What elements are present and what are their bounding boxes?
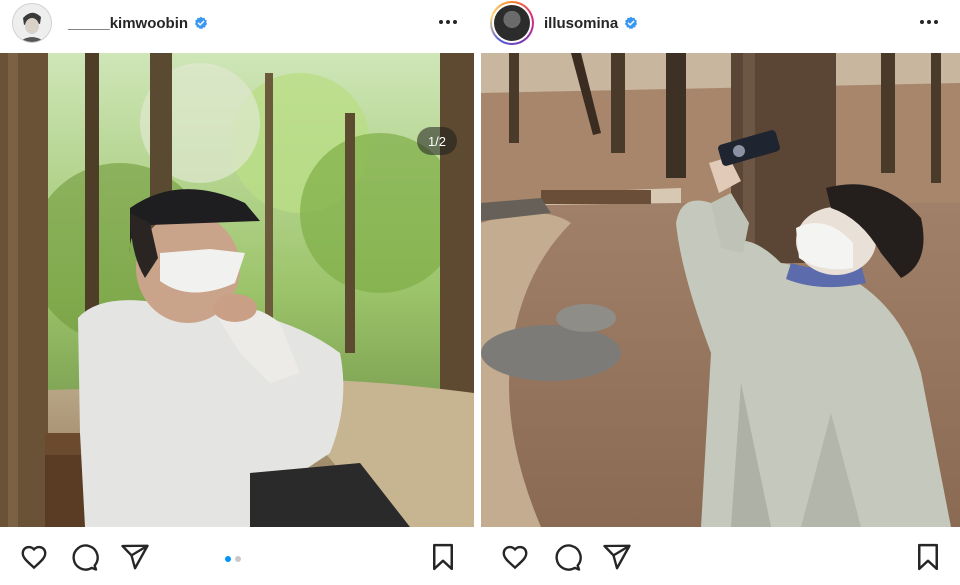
post-card-kimwoobin: _____kimwoobin 1/2: [0, 0, 474, 585]
username[interactable]: illusomina: [544, 15, 618, 32]
share-button[interactable]: [120, 542, 150, 572]
profile-photo-icon: [13, 4, 51, 42]
forest-bench-photo: [0, 53, 474, 527]
woman-photographing-photo: [481, 53, 960, 527]
more-horizontal-icon: [439, 20, 443, 24]
profile-avatar[interactable]: [12, 3, 52, 43]
action-bar: [481, 536, 955, 580]
share-icon: [121, 544, 149, 570]
heart-icon: [21, 545, 47, 570]
bookmark-icon: [918, 543, 938, 571]
comment-icon: [72, 544, 99, 571]
more-options-button[interactable]: [917, 12, 941, 32]
profile-photo-icon: [494, 5, 530, 41]
profile-avatar-story-ring[interactable]: [490, 1, 534, 45]
verified-badge-icon: [625, 16, 638, 30]
more-options-button[interactable]: [436, 12, 460, 32]
save-button[interactable]: [913, 542, 943, 572]
carousel-dot: [235, 556, 241, 562]
share-icon: [603, 544, 631, 570]
comment-button[interactable]: [69, 542, 99, 572]
save-button[interactable]: [428, 542, 458, 572]
carousel-dot-active: [225, 556, 231, 562]
comment-icon: [555, 544, 582, 571]
post-card-illusomina: illusomina: [481, 0, 960, 585]
post-photo[interactable]: [481, 53, 960, 527]
bookmark-icon: [433, 543, 453, 571]
more-horizontal-icon: [920, 20, 924, 24]
post-header: _____kimwoobin: [0, 0, 474, 46]
like-button[interactable]: [19, 542, 49, 572]
verified-badge-icon: [194, 16, 208, 30]
media-counter: 1/2: [417, 127, 457, 155]
divider: [474, 0, 481, 585]
username[interactable]: _____kimwoobin: [68, 15, 188, 32]
carousel-indicator: [225, 556, 241, 562]
comment-button[interactable]: [552, 542, 582, 572]
post-header: illusomina: [481, 0, 955, 46]
heart-icon: [502, 545, 528, 570]
share-button[interactable]: [602, 542, 632, 572]
like-button[interactable]: [500, 542, 530, 572]
post-photo[interactable]: 1/2: [0, 53, 474, 527]
action-bar: [0, 536, 474, 580]
